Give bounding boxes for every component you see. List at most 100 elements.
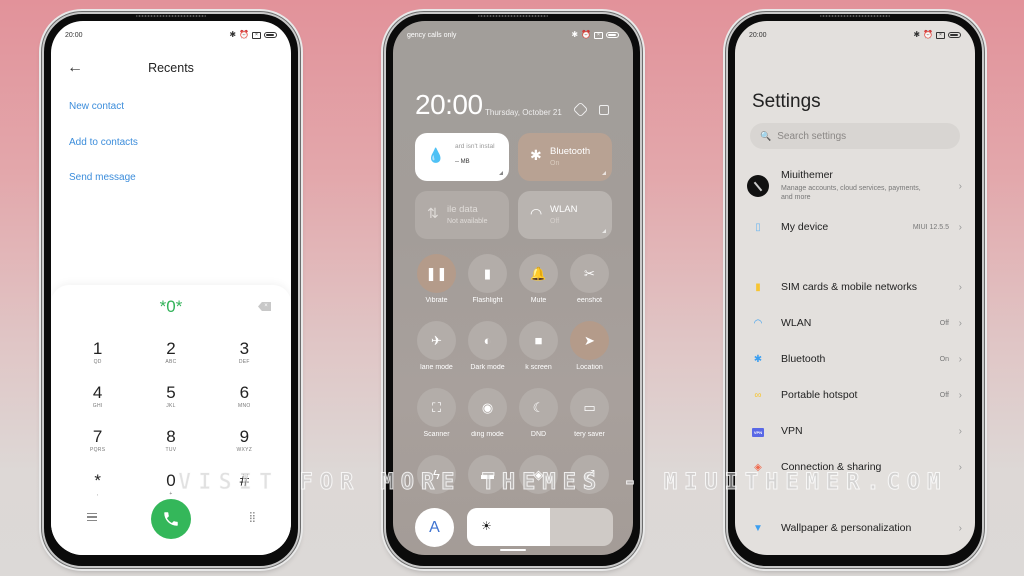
menu-icon[interactable] [87, 513, 97, 521]
tile-title: ile data [447, 204, 478, 215]
settings-item[interactable]: ◈ Connection & sharing › [735, 450, 975, 484]
dial-key[interactable]: 8 TUV [134, 427, 207, 463]
brightness-slider[interactable]: ☀ [467, 508, 613, 546]
settings-item[interactable]: ✱ Bluetooth On › [735, 342, 975, 376]
settings-item-label: My device [781, 221, 829, 233]
new-contact-link[interactable]: New contact [69, 101, 138, 137]
toggle-airplane[interactable]: ✈ lane mode [411, 321, 462, 375]
toggle-nfc[interactable]: ◈ [513, 455, 564, 509]
wlan-tile[interactable]: ◠ WLAN Off [518, 191, 612, 239]
key-letters: TUV [165, 447, 177, 453]
tile-subtitle: On [550, 160, 560, 167]
toggle-label: Vibrate [425, 297, 448, 304]
account-row[interactable]: Miuithemer Manage accounts, cloud servic… [735, 161, 975, 211]
chevron-right-icon: › [958, 353, 962, 365]
settings-screen: 20:00 ✱ ⏰ × Settings 🔍 Miuithemer Manage… [735, 21, 975, 555]
settings-item-label: Portable hotspot [781, 389, 858, 401]
toggle-rotate[interactable]: ⤢ [564, 455, 615, 509]
flashlight-icon: ▮ [483, 265, 492, 281]
chevron-right-icon: › [958, 180, 962, 192]
toggle-scanner[interactable]: ⛶ Scanner [411, 388, 462, 442]
sim-icon: ▮ [755, 281, 761, 293]
send-message-link[interactable]: Send message [69, 172, 138, 208]
key-letters: QD [93, 359, 102, 365]
settings-item[interactable]: ◠ WLAN Off › [735, 306, 975, 340]
dialer-actions: New contact Add to contacts Send message [69, 101, 138, 208]
toggle-dark-mode[interactable]: ◐ Dark mode [462, 321, 513, 375]
home-indicator[interactable] [500, 549, 526, 551]
airplane-icon: ✈ [431, 332, 442, 348]
hotspot-icon: ∞ [754, 389, 762, 401]
tile-title: ard isn't instal [455, 143, 495, 150]
settings-item[interactable]: VPN VPN › [735, 414, 975, 448]
account-name: Miuithemer [781, 169, 833, 181]
auto-brightness-button[interactable]: A [415, 508, 454, 547]
settings-item-value: MIUI 12.5.5 [912, 223, 949, 231]
dial-key[interactable]: 5 JKL [134, 383, 207, 419]
toggle-label: DND [530, 431, 547, 438]
rotate-icon: ⤢ [584, 466, 595, 482]
alarm-icon: ⏰ [923, 30, 933, 39]
toggle-eye[interactable]: ◉ ding mode [462, 388, 513, 442]
toggle-vibrate[interactable]: ❚❚ Vibrate [411, 254, 462, 308]
battery-icon [264, 32, 277, 38]
settings-item-value: On [939, 355, 949, 363]
dial-key[interactable]: 2 ABC [134, 339, 207, 375]
search-box[interactable]: 🔍 [750, 123, 960, 149]
toggle-flash[interactable]: ϟ [411, 455, 462, 509]
dial-key[interactable]: 3 DEF [208, 339, 281, 375]
data-usage-tile[interactable]: 💧 ard isn't instal -- MB [415, 133, 509, 181]
key-digit: 9 [239, 427, 250, 446]
eye-icon: ◉ [481, 399, 494, 415]
dial-key[interactable]: 9 WXYZ [208, 427, 281, 463]
chevron-right-icon: › [958, 425, 962, 437]
key-digit: 7 [92, 427, 103, 446]
toggle-bell[interactable]: 🔔 Mute [513, 254, 564, 308]
edit-icon[interactable] [599, 105, 609, 115]
settings-item[interactable]: ∞ Portable hotspot Off › [735, 378, 975, 412]
settings-item[interactable]: ▼ Wallpaper & personalization › [735, 511, 975, 545]
call-button[interactable] [151, 499, 191, 539]
settings-gear-icon[interactable] [572, 101, 589, 118]
battery-icon [606, 32, 619, 38]
dial-key[interactable]: 6 MNO [208, 383, 281, 419]
expand-corner-icon [602, 229, 606, 233]
battery-icon [948, 32, 961, 38]
key-digit: 2 [166, 339, 176, 358]
dial-key[interactable]: 4 GHI [61, 383, 134, 419]
search-input[interactable] [777, 130, 928, 142]
toggle-moon[interactable]: ☾ DND [513, 388, 564, 442]
toggle-flashlight[interactable]: ▮ Flashlight [462, 254, 513, 308]
key-digit: 4 [92, 383, 103, 402]
bluetooth-tile[interactable]: ✱ Bluetooth On [518, 133, 612, 181]
status-bar: gency calls only ✱ ⏰ × [407, 29, 619, 41]
settings-item[interactable]: ▮ SIM cards & mobile networks › [735, 270, 975, 304]
toggle-battery-saver[interactable]: ▭ tery saver [564, 388, 615, 442]
toggle-screenshot[interactable]: ✂ eenshot [564, 254, 615, 308]
bluetooth-icon: ✱ [571, 30, 579, 39]
chevron-right-icon: › [958, 221, 962, 233]
page-title: Recents [148, 61, 194, 75]
mobile-data-tile[interactable]: ⇅ ile data Not available [415, 191, 509, 239]
toggle-location[interactable]: ➤ Location [564, 321, 615, 375]
dialed-number: *0* [159, 297, 183, 316]
mobile-data-icon: ⇅ [427, 205, 439, 221]
tile-title: Bluetooth [550, 146, 591, 157]
dial-key[interactable]: 7 PQRS [61, 427, 134, 463]
key-letters: MNO [238, 403, 251, 409]
moon-icon: ☾ [532, 399, 545, 415]
settings-item-label: VPN [781, 425, 803, 437]
settings-item[interactable]: ▯ My device MIUI 12.5.5 › [735, 210, 975, 244]
toggle-lock[interactable]: ■ k screen [513, 321, 564, 375]
dark-mode-icon: ◐ [483, 333, 492, 348]
toggle-cast[interactable]: ▬ [462, 455, 513, 509]
key-letters: WXYZ [236, 447, 253, 453]
tile-subtitle: Off [550, 218, 560, 225]
alarm-icon: ⏰ [239, 30, 249, 39]
add-to-contacts-link[interactable]: Add to contacts [69, 137, 138, 173]
toggle-label: tery saver [574, 431, 605, 438]
chevron-right-icon: › [958, 281, 962, 293]
keypad-icon[interactable]: ⣿ [249, 512, 256, 523]
toggle-label: Scanner [423, 431, 450, 438]
dial-key[interactable]: 1 QD [61, 339, 134, 375]
